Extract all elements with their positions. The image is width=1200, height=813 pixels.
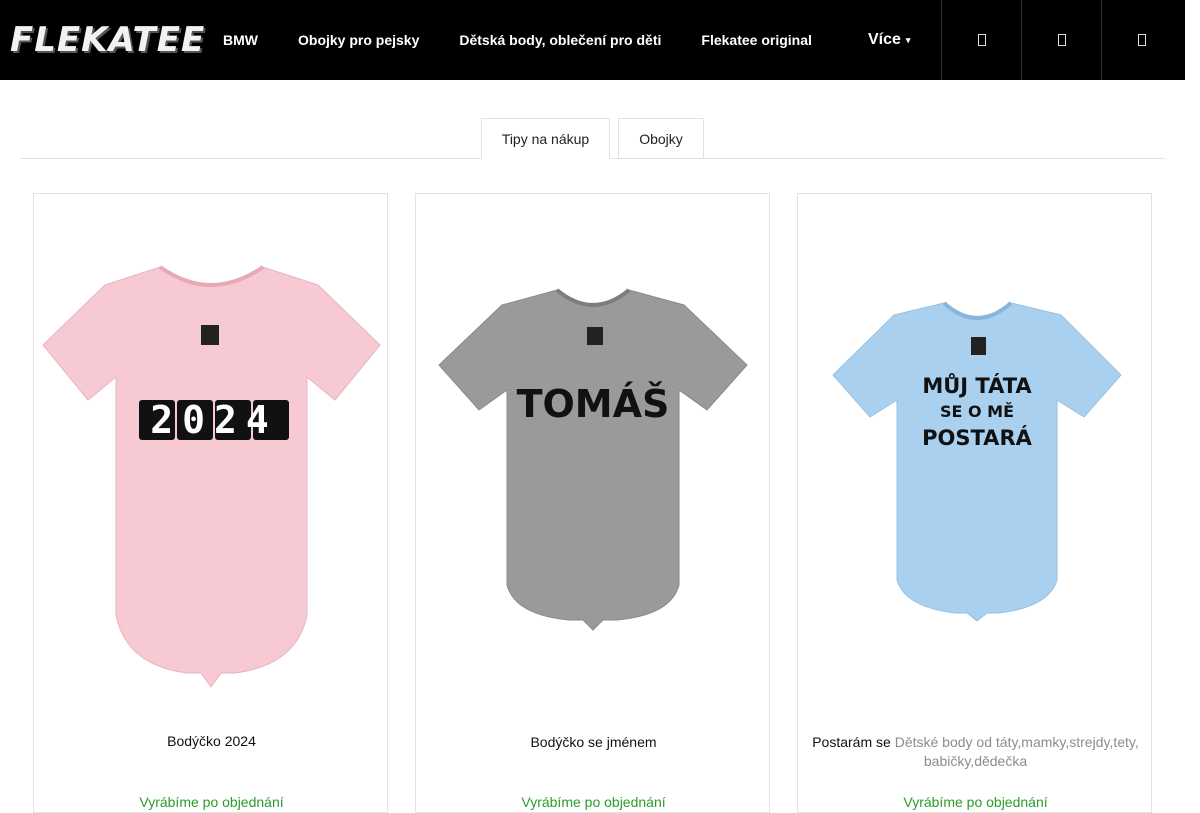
product-image[interactable]: TOMÁŠ [417,195,770,715]
logo-text: FLEKATEE [10,20,206,60]
product-card[interactable]: MŮJ TÁTA SE O MĚ POSTARÁ Postarám se Dět… [797,193,1152,813]
tab-label: Tipy na nákup [501,130,590,147]
chevron-down-icon: ▾ [905,34,911,45]
product-title-text: Postarám se [812,734,891,750]
product-print-text: 2024 [150,398,278,442]
nav-item-bmw[interactable]: BMW [223,32,258,48]
search-button[interactable] [941,0,1021,80]
main-menu: BMW Obojky pro pejsky Dětská body, obleč… [223,0,852,80]
product-title[interactable]: Bodýčko se jménem [426,733,761,752]
nav-item-kids-bodysuits[interactable]: Dětská body, oblečení pro děti [459,32,661,48]
search-icon [977,34,986,46]
account-button[interactable] [1021,0,1101,80]
availability-status: Vyrábíme po objednání [521,794,666,810]
more-menu-button[interactable]: Více ▾ [868,0,910,80]
cart-icon [1137,34,1146,46]
product-title[interactable]: Postarám se Dětské body od táty,mamky,st… [808,733,1143,771]
more-label: Více [868,31,901,48]
availability-status: Vyrábíme po objednání [903,794,1048,810]
nav-item-dog-collars[interactable]: Obojky pro pejsky [298,32,419,48]
availability-status: Vyrábíme po objednání [139,794,284,810]
product-title[interactable]: Bodýčko 2024 [44,732,379,751]
product-print-text: TOMÁŠ [517,382,670,426]
nav-item-flekatee-original[interactable]: Flekatee original [701,32,811,48]
product-card[interactable]: 2024 Bodýčko 2024 Vyrábíme po objednání [33,193,388,813]
product-print-line-3: POSTARÁ [922,425,1032,450]
product-category[interactable]: Dětské body od táty,mamky,strejdy,tety, … [895,734,1139,769]
product-image[interactable]: 2024 [35,195,388,715]
tab-collars[interactable]: Obojky [618,118,704,159]
cart-button[interactable] [1101,0,1181,80]
product-card[interactable]: TOMÁŠ Bodýčko se jménem Vyrábíme po obje… [415,193,770,813]
product-print-line-2: SE O MĚ [940,402,1014,421]
product-print-line-1: MŮJ TÁTA [922,373,1032,398]
top-navigation-bar: FLEKATEE BMW Obojky pro pejsky Dětská bo… [0,0,1185,80]
tab-label: Obojky [639,130,683,147]
tab-shopping-tips[interactable]: Tipy na nákup [481,118,610,159]
site-logo[interactable]: FLEKATEE [5,18,204,62]
user-icon [1057,34,1066,46]
product-title-text: Bodýčko 2024 [167,733,256,749]
product-image[interactable]: MŮJ TÁTA SE O MĚ POSTARÁ [799,195,1152,715]
product-title-text: Bodýčko se jménem [530,734,657,750]
